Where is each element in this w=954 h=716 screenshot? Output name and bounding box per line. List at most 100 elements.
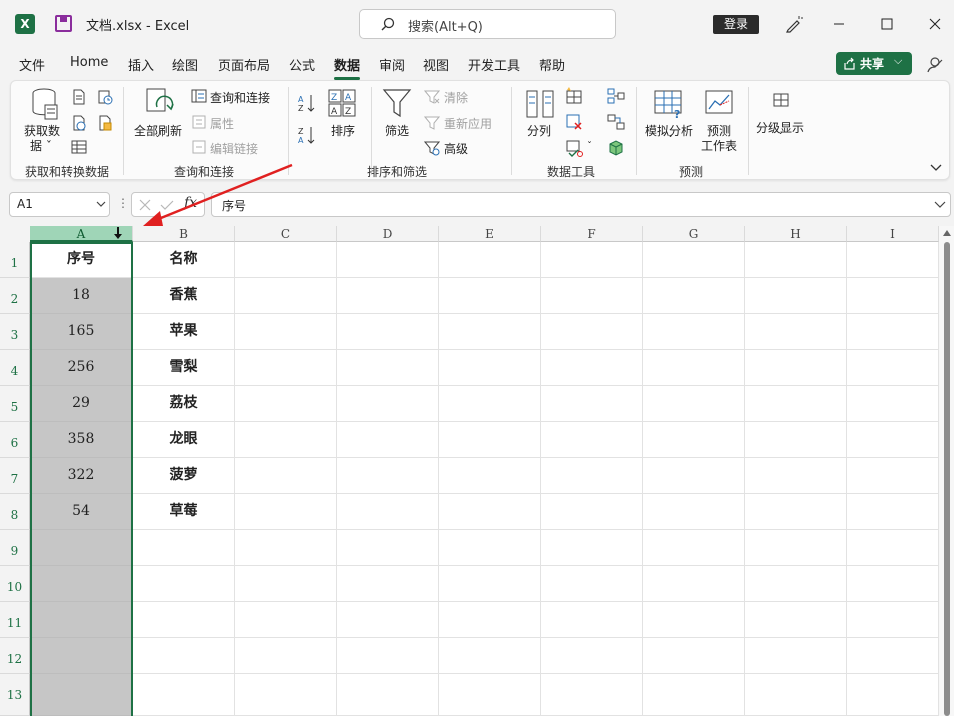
cell-b4[interactable]: 雪梨 xyxy=(133,350,235,386)
cell-a11[interactable] xyxy=(30,602,133,638)
row-header[interactable]: 5 xyxy=(0,386,30,422)
row-header[interactable]: 1 xyxy=(0,242,30,278)
cell-h11[interactable] xyxy=(745,602,847,638)
cancel-entry-icon[interactable] xyxy=(138,198,152,212)
cell-i1[interactable] xyxy=(847,242,939,278)
cell-b2[interactable]: 香蕉 xyxy=(133,278,235,314)
cell-a12[interactable] xyxy=(30,638,133,674)
cell-f6[interactable] xyxy=(541,422,643,458)
cell-g5[interactable] xyxy=(643,386,745,422)
cell-i3[interactable] xyxy=(847,314,939,350)
cell-h12[interactable] xyxy=(745,638,847,674)
cell-b6[interactable]: 龙眼 xyxy=(133,422,235,458)
flash-fill-icon[interactable] xyxy=(565,87,583,105)
formula-bar-grip-icon[interactable]: ⋮ xyxy=(117,196,129,212)
cell-e1[interactable] xyxy=(439,242,541,278)
column-header-i[interactable]: I xyxy=(847,226,939,242)
row-header[interactable]: 8 xyxy=(0,494,30,530)
cell-b12[interactable] xyxy=(133,638,235,674)
relationships-icon[interactable] xyxy=(607,113,625,131)
column-header-b[interactable]: B xyxy=(133,226,235,242)
tab-file[interactable]: 文件 xyxy=(19,55,45,74)
cell-h7[interactable] xyxy=(745,458,847,494)
maximize-icon[interactable] xyxy=(877,14,897,34)
cell-a9[interactable] xyxy=(30,530,133,566)
row-header[interactable]: 6 xyxy=(0,422,30,458)
cell-h4[interactable] xyxy=(745,350,847,386)
cell-g3[interactable] xyxy=(643,314,745,350)
column-header-h[interactable]: H xyxy=(745,226,847,242)
cell-h1[interactable] xyxy=(745,242,847,278)
cell-e6[interactable] xyxy=(439,422,541,458)
cell-d8[interactable] xyxy=(337,494,439,530)
row-header[interactable]: 9 xyxy=(0,530,30,566)
scroll-up-icon[interactable] xyxy=(943,229,951,237)
cell-e7[interactable] xyxy=(439,458,541,494)
refresh-chevron-icon[interactable]: ˇ xyxy=(155,135,160,146)
login-button[interactable]: 登录 xyxy=(713,15,759,34)
vertical-scrollbar[interactable] xyxy=(939,226,954,716)
cell-d3[interactable] xyxy=(337,314,439,350)
cell-i5[interactable] xyxy=(847,386,939,422)
cell-c11[interactable] xyxy=(235,602,337,638)
cell-d10[interactable] xyxy=(337,566,439,602)
cell-f9[interactable] xyxy=(541,530,643,566)
forecast-sheet-button-2[interactable]: 工作表 xyxy=(701,137,737,154)
from-text-icon[interactable] xyxy=(71,89,87,105)
cell-f2[interactable] xyxy=(541,278,643,314)
cell-c3[interactable] xyxy=(235,314,337,350)
tab-data[interactable]: 数据 xyxy=(334,55,361,80)
search-box[interactable]: 搜索(Alt+Q) xyxy=(359,9,616,39)
row-header[interactable]: 7 xyxy=(0,458,30,494)
cell-c13[interactable] xyxy=(235,674,337,716)
worksheet[interactable]: A B C D E F G H I 1 2 3 4 5 6 7 8 9 10 1… xyxy=(0,226,954,716)
row-header[interactable]: 11 xyxy=(0,602,30,638)
cell-c4[interactable] xyxy=(235,350,337,386)
cell-a3[interactable]: 165 xyxy=(30,314,133,350)
tab-formulas[interactable]: 公式 xyxy=(289,55,315,74)
cell-d2[interactable] xyxy=(337,278,439,314)
cell-g9[interactable] xyxy=(643,530,745,566)
cell-d12[interactable] xyxy=(337,638,439,674)
cell-g13[interactable] xyxy=(643,674,745,716)
queries-connections-button[interactable]: 查询和连接 xyxy=(210,89,270,106)
cell-a1[interactable]: 序号 xyxy=(30,242,133,278)
cell-c9[interactable] xyxy=(235,530,337,566)
cell-d6[interactable] xyxy=(337,422,439,458)
cell-h13[interactable] xyxy=(745,674,847,716)
cell-f3[interactable] xyxy=(541,314,643,350)
cell-i11[interactable] xyxy=(847,602,939,638)
cell-e9[interactable] xyxy=(439,530,541,566)
cell-d9[interactable] xyxy=(337,530,439,566)
cell-h2[interactable] xyxy=(745,278,847,314)
text-to-columns-button[interactable]: 分列 xyxy=(527,122,551,139)
row-header[interactable]: 12 xyxy=(0,638,30,674)
tab-help[interactable]: 帮助 xyxy=(539,55,565,74)
data-model-icon[interactable] xyxy=(607,139,625,157)
cell-i2[interactable] xyxy=(847,278,939,314)
cell-b9[interactable] xyxy=(133,530,235,566)
cell-d11[interactable] xyxy=(337,602,439,638)
cell-a2[interactable]: 18 xyxy=(30,278,133,314)
cell-c8[interactable] xyxy=(235,494,337,530)
cell-f13[interactable] xyxy=(541,674,643,716)
minimize-icon[interactable] xyxy=(829,14,849,34)
cell-c1[interactable] xyxy=(235,242,337,278)
chevron-down-icon[interactable]: ˇ xyxy=(668,135,673,146)
properties-button[interactable]: 属性 xyxy=(210,115,234,132)
sort-ascending-icon[interactable]: AZ xyxy=(297,93,317,113)
cell-e3[interactable] xyxy=(439,314,541,350)
cell-a4[interactable]: 256 xyxy=(30,350,133,386)
tab-insert[interactable]: 插入 xyxy=(128,55,154,74)
cell-b3[interactable]: 苹果 xyxy=(133,314,235,350)
cell-h3[interactable] xyxy=(745,314,847,350)
column-header-c[interactable]: C xyxy=(235,226,337,242)
cell-f11[interactable] xyxy=(541,602,643,638)
filter-button[interactable]: 筛选 xyxy=(385,122,409,139)
cell-c10[interactable] xyxy=(235,566,337,602)
share-button[interactable]: 共享 ⌵ xyxy=(836,52,912,75)
tab-page-layout[interactable]: 页面布局 xyxy=(218,55,270,74)
cell-d13[interactable] xyxy=(337,674,439,716)
cell-c5[interactable] xyxy=(235,386,337,422)
cell-i7[interactable] xyxy=(847,458,939,494)
